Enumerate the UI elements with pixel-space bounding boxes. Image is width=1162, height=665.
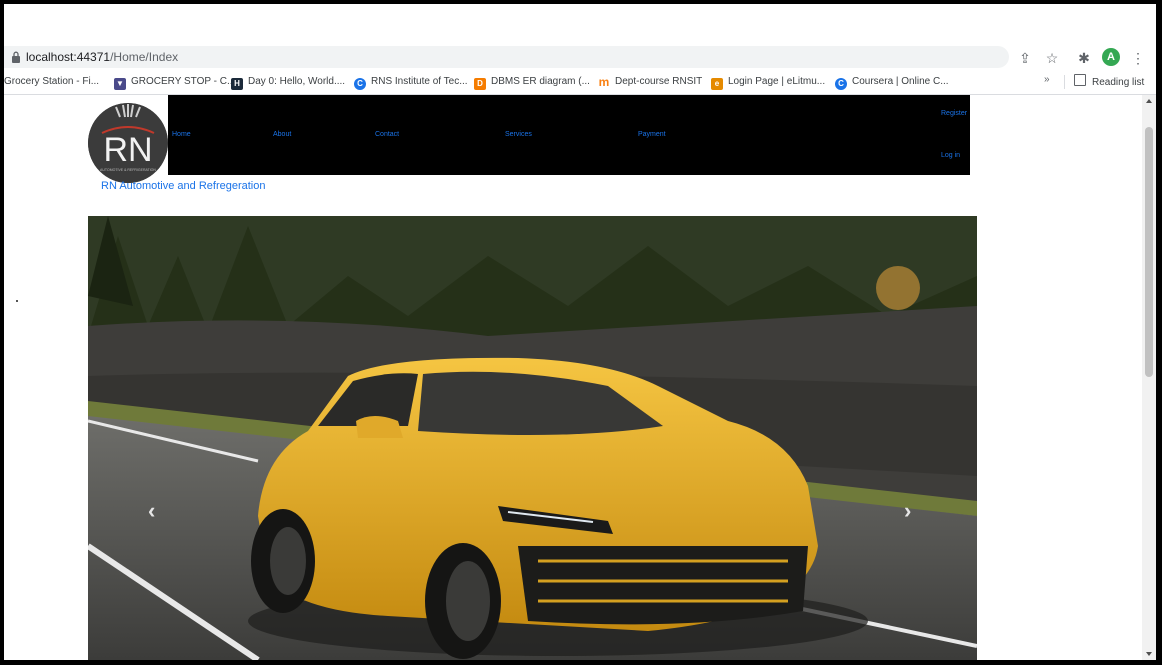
browser-window: localhost:44371/Home/Index ⇪ ☆ ✱ A ⋮ Gro… — [4, 4, 1156, 660]
carousel-prev-button[interactable]: ‹ — [148, 498, 155, 524]
bookmark-label: Grocery Station - Fi... — [4, 76, 100, 87]
url-text[interactable]: localhost:44371/Home/Index — [26, 50, 178, 64]
bookmark-item[interactable]: m Dept-course RNSIT — [598, 74, 702, 90]
bookmark-label: GROCERY STOP - C... — [131, 76, 236, 87]
bookmark-label: DBMS ER diagram (... — [491, 76, 590, 87]
address-bar: localhost:44371/Home/Index ⇪ ☆ ✱ A ⋮ — [4, 42, 1156, 70]
site-logo[interactable]: RN AUTOMOTIVE & REFRIGERATION — [88, 103, 168, 183]
omnibox[interactable]: localhost:44371/Home/Index — [4, 46, 1009, 68]
url-host: localhost:44371 — [26, 50, 111, 64]
bookmarks-divider — [1064, 75, 1065, 89]
bookmark-label: RNS Institute of Tec... — [371, 76, 468, 87]
nav-about[interactable]: About — [273, 131, 291, 138]
moodle-icon: m — [598, 75, 610, 89]
menu-icon[interactable]: ⋮ — [1130, 50, 1146, 66]
profile-avatar[interactable]: A — [1102, 48, 1120, 66]
scroll-down-arrow[interactable] — [1146, 652, 1152, 656]
nav-payment[interactable]: Payment — [638, 131, 666, 138]
url-path: /Home/Index — [110, 50, 179, 64]
bookmark-item[interactable]: D DBMS ER diagram (... — [474, 74, 590, 90]
page-viewport: Home About Contact Services Payment Regi… — [4, 95, 1142, 660]
bookmark-item[interactable]: C Coursera | Online C... — [835, 74, 949, 90]
reading-list-label: Reading list — [1092, 77, 1145, 88]
extensions-icon[interactable]: ✱ — [1076, 50, 1092, 66]
nav-home[interactable]: Home — [172, 131, 191, 138]
bookmark-item[interactable]: H Day 0: Hello, World.... — [231, 74, 345, 90]
bookmark-item[interactable]: C RNS Institute of Tec... — [354, 74, 468, 90]
cart-icon: ▼ — [114, 78, 126, 90]
login-link[interactable]: Log in — [941, 152, 960, 159]
scroll-up-arrow[interactable] — [1146, 99, 1152, 103]
reading-list-button[interactable]: Reading list — [1074, 74, 1144, 91]
coursera-icon: C — [835, 78, 847, 90]
hero-carousel[interactable]: ‹ › — [88, 216, 977, 660]
bookmark-label: Dept-course RNSIT — [615, 76, 703, 87]
more-bookmarks-button[interactable]: » — [1044, 74, 1050, 85]
stray-dot — [16, 300, 18, 302]
scroll-thumb[interactable] — [1145, 127, 1153, 377]
bookmark-item[interactable]: Grocery Station - Fi... — [4, 74, 99, 90]
register-link[interactable]: Register — [941, 110, 967, 117]
logo-text: RN — [103, 131, 152, 169]
globe-icon: C — [354, 78, 366, 90]
bookmark-label: Login Page | eLitmu... — [728, 76, 826, 87]
star-icon[interactable]: ☆ — [1044, 50, 1060, 66]
bookmark-item[interactable]: e Login Page | eLitmu... — [711, 74, 825, 90]
car-photo — [88, 216, 977, 660]
lock-icon[interactable] — [11, 51, 21, 63]
bookmarks-bar: Grocery Station - Fi... ▼ GROCERY STOP - … — [4, 70, 1156, 95]
site-navbar: Home About Contact Services Payment Regi… — [168, 95, 970, 175]
reading-list-icon — [1074, 74, 1086, 86]
logo-graphic: RN AUTOMOTIVE & REFRIGERATION — [88, 103, 168, 183]
bookmark-item[interactable]: ▼ GROCERY STOP - C... — [114, 74, 235, 90]
carousel-next-button[interactable]: › — [904, 498, 911, 524]
hackerrank-icon: H — [231, 78, 243, 90]
nav-contact[interactable]: Contact — [375, 131, 399, 138]
page-scrollbar[interactable] — [1142, 95, 1156, 660]
bookmark-label: Coursera | Online C... — [852, 76, 949, 87]
nav-services[interactable]: Services — [505, 131, 532, 138]
diagram-icon: D — [474, 78, 486, 90]
share-icon[interactable]: ⇪ — [1017, 50, 1033, 66]
bookmark-label: Day 0: Hello, World.... — [248, 76, 346, 87]
elitmus-icon: e — [711, 78, 723, 90]
logo-subtext: AUTOMOTIVE & REFRIGERATION — [100, 168, 156, 172]
tab-strip — [4, 4, 1156, 42]
brand-name[interactable]: RN Automotive and Refregeration — [101, 180, 265, 192]
